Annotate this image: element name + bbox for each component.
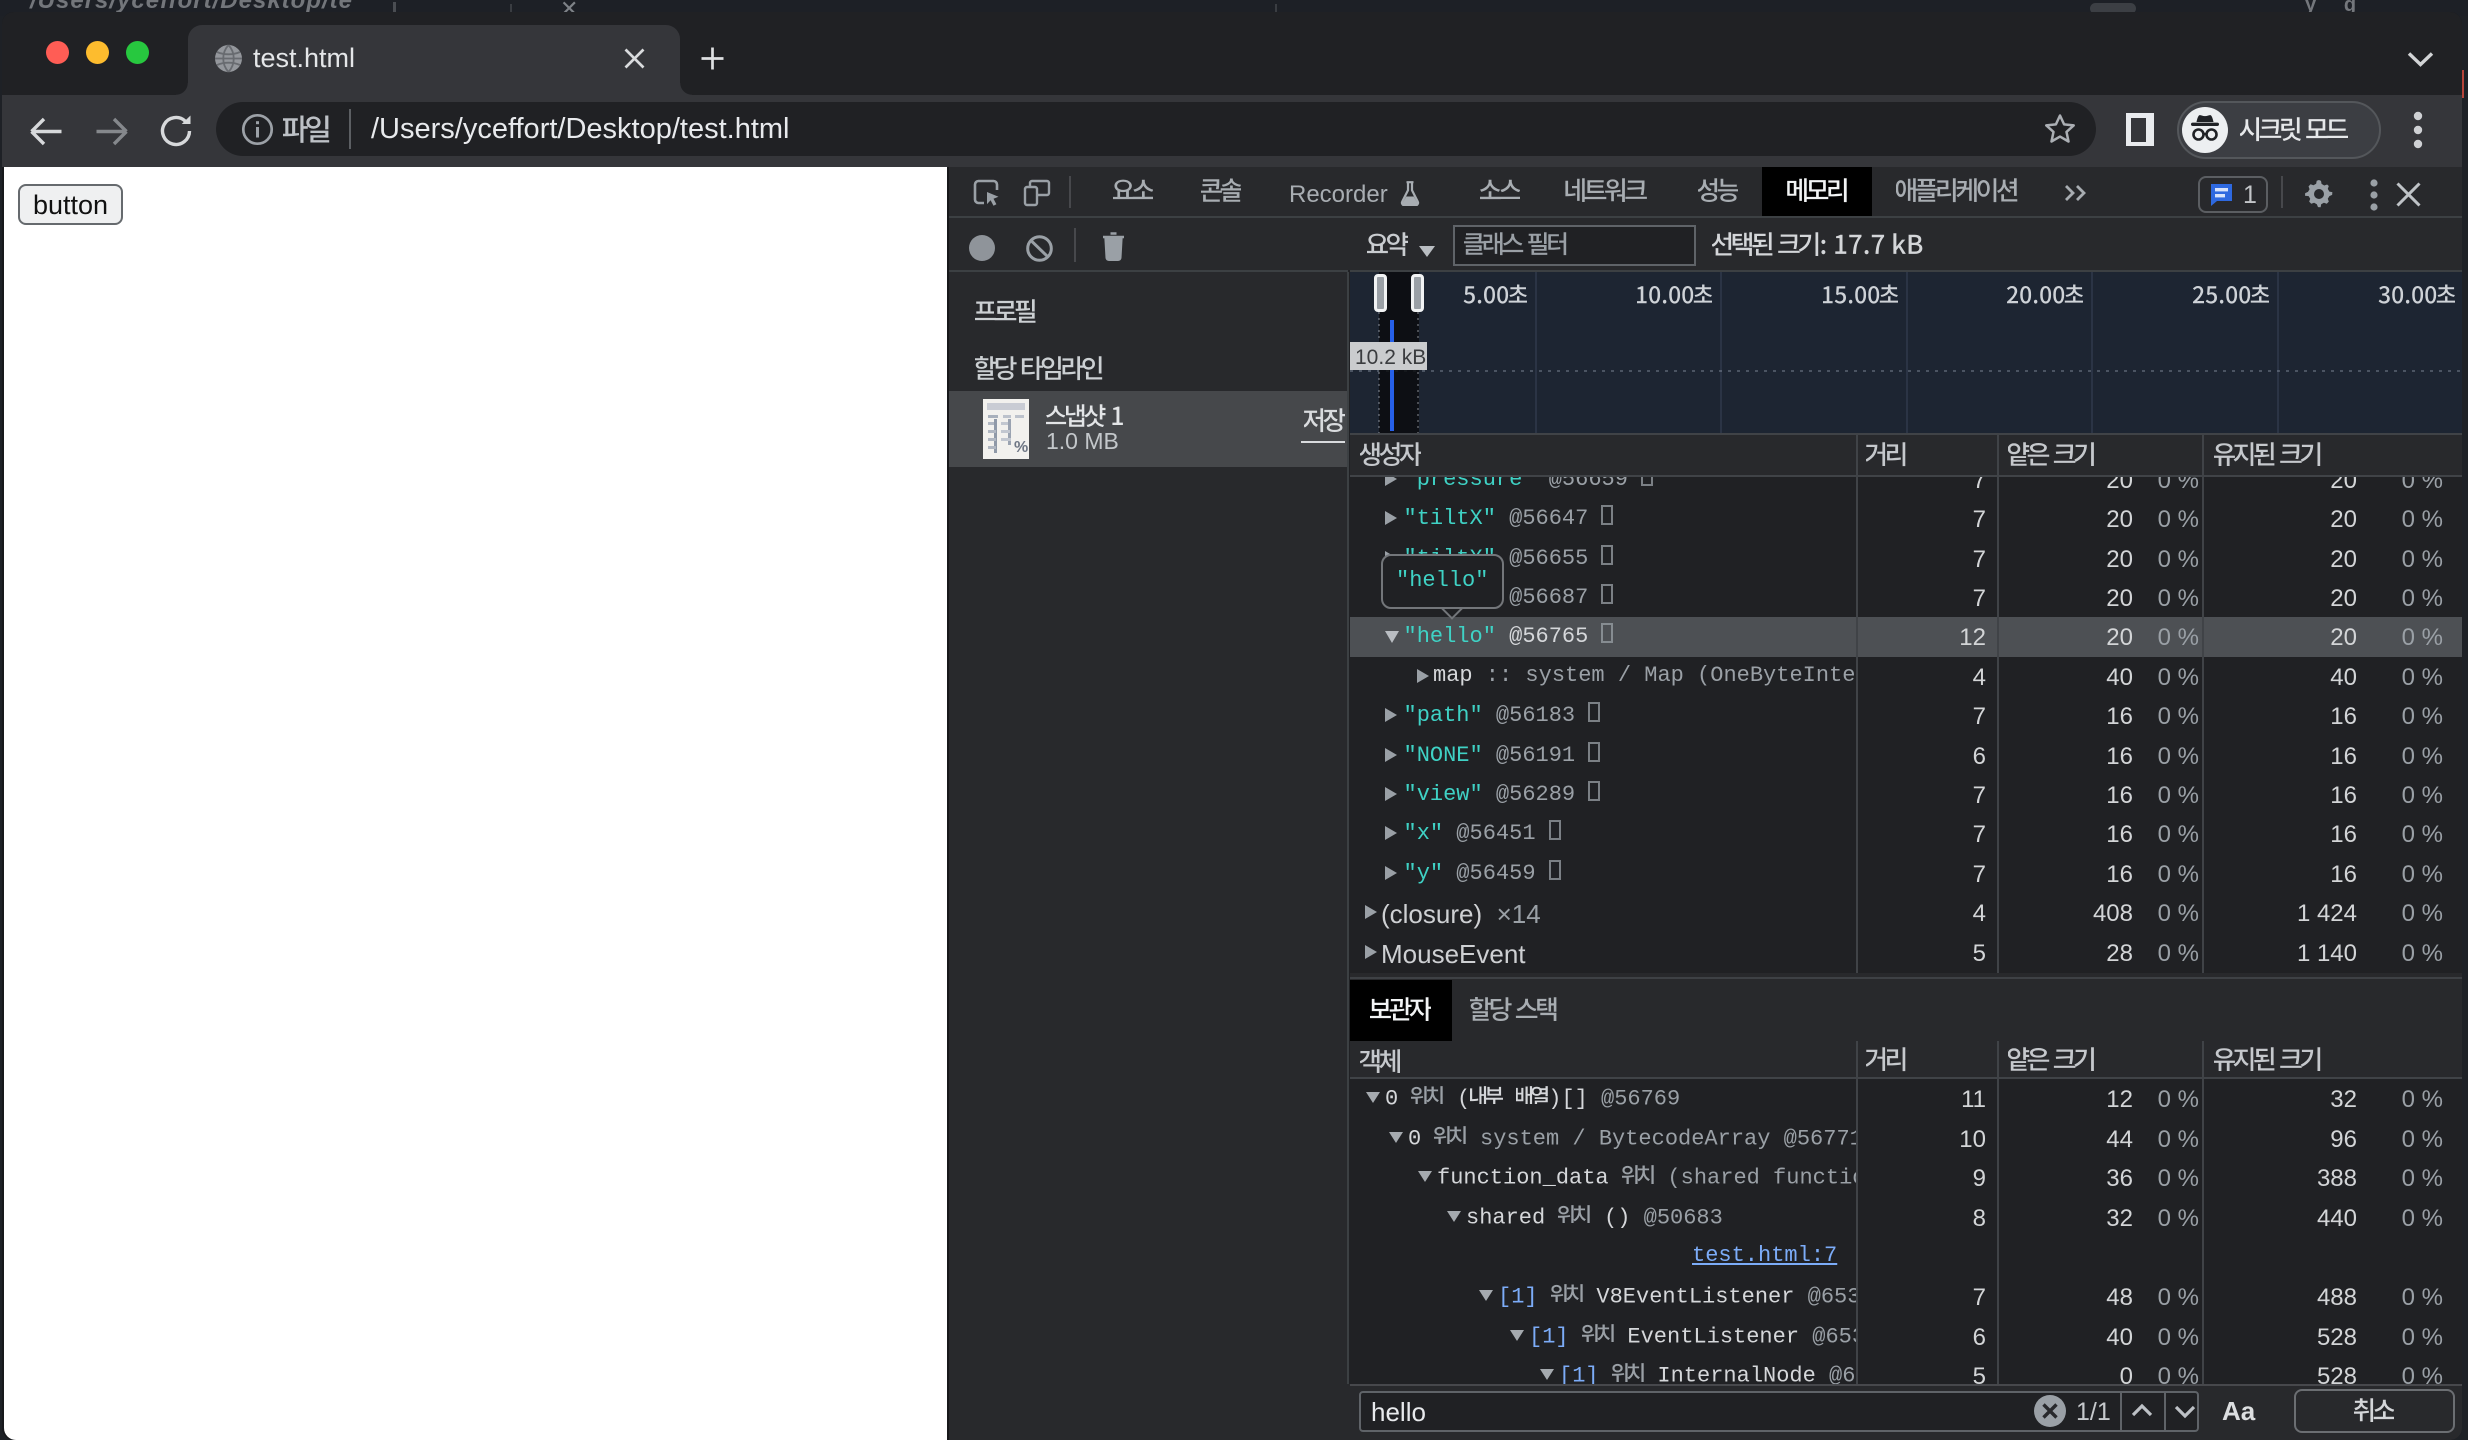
svg-text:%: % <box>1014 439 1028 456</box>
